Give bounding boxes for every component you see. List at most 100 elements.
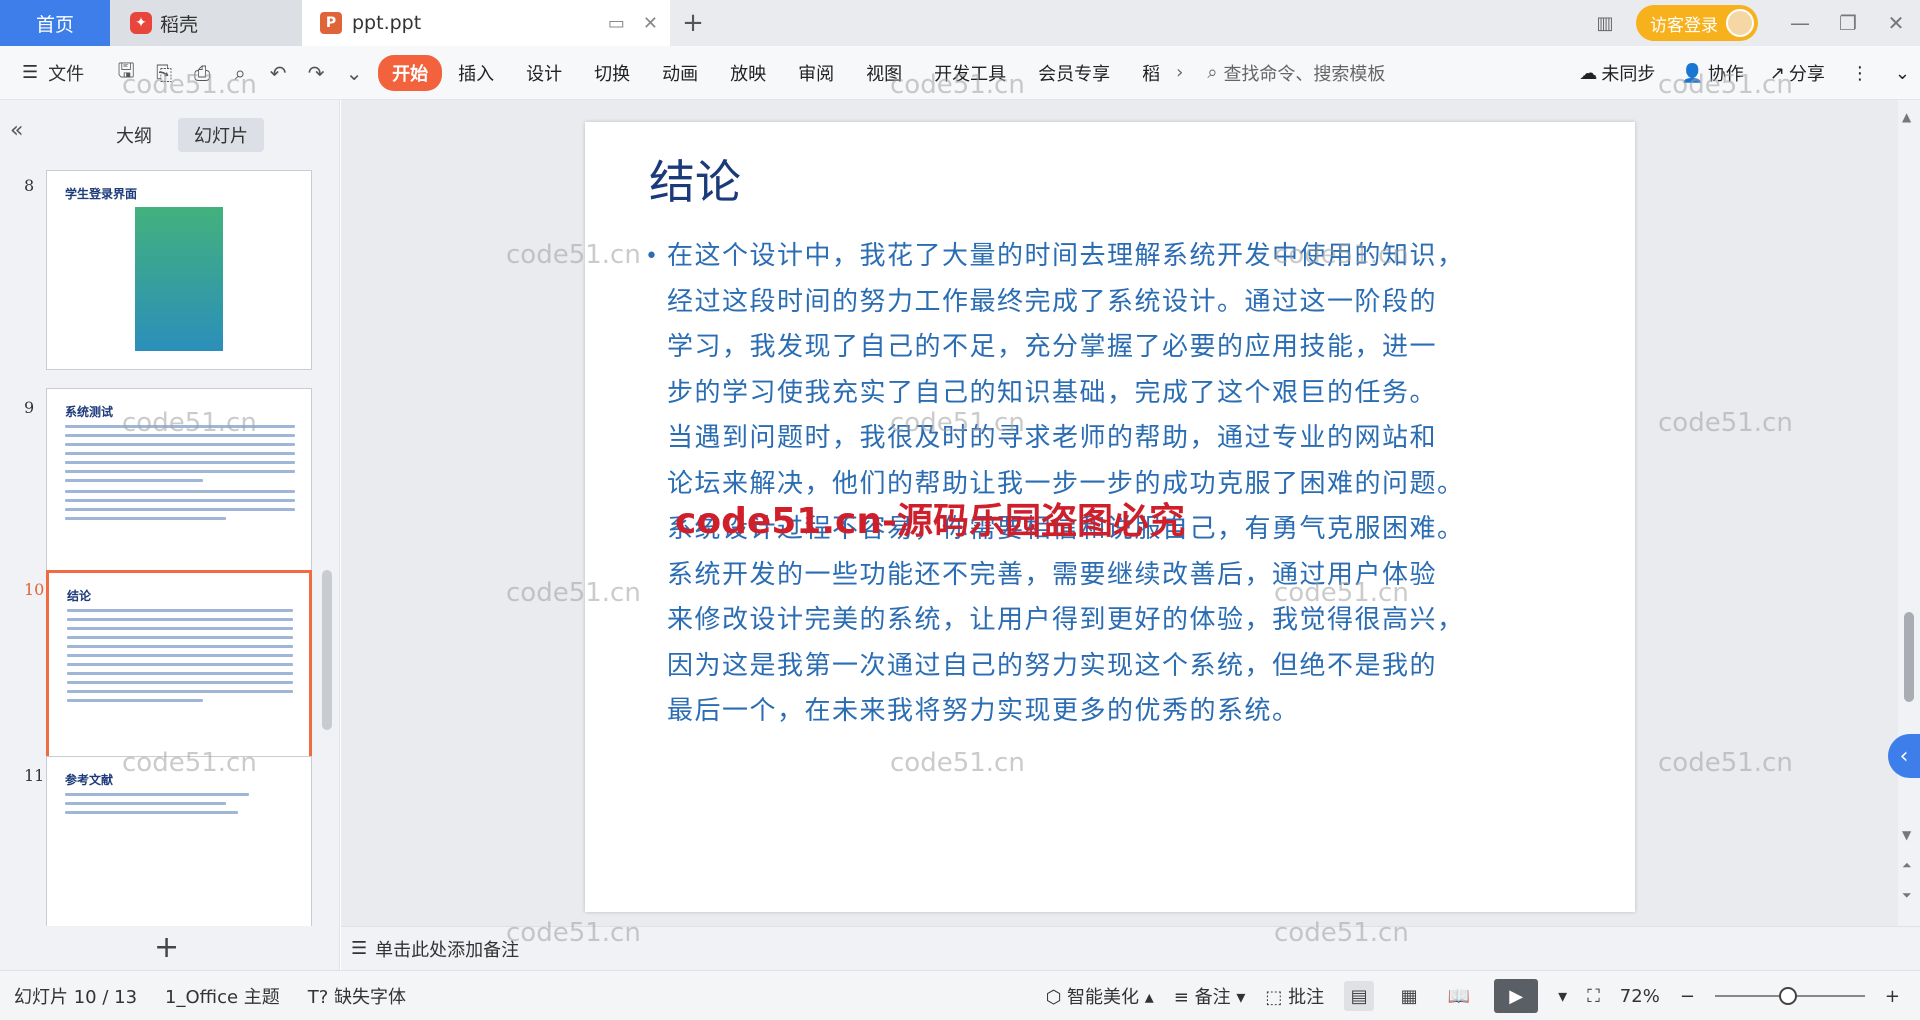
watermark: code51.cn — [1274, 240, 1409, 270]
tab-document-label: ppt.ppt — [352, 12, 422, 34]
slide-number: 11 — [24, 766, 45, 785]
tab-animation[interactable]: 动画 — [646, 60, 714, 86]
fit-window-icon[interactable]: ⛶ — [1587, 986, 1600, 1007]
slide-panel: « 大纲 幻灯片 8 学生登录界面 9 系统测试 10 结论 11 参考文献 + — [0, 100, 340, 970]
close-tab-icon[interactable]: ✕ — [643, 13, 658, 34]
minimize-icon[interactable]: — — [1776, 11, 1824, 35]
beautify-icon: ⬡ — [1045, 987, 1062, 1008]
tab-home-label: 首页 — [35, 13, 74, 36]
body-line: 当遇到问题时，我很及时的寻求老师的帮助，通过专业的网站和 — [667, 423, 1438, 453]
notes-toggle-label: 备注 — [1194, 987, 1231, 1008]
more-options-icon[interactable]: ⋮ — [1841, 63, 1879, 84]
tab-daoke-more[interactable]: 稻 — [1126, 60, 1176, 86]
search-icon: ⌕ — [1207, 62, 1218, 83]
comment-label: 批注 — [1288, 987, 1325, 1008]
notes-toggle-button[interactable]: ≡ 备注 ▾ — [1174, 983, 1246, 1009]
collapse-panel-icon[interactable]: « — [10, 118, 23, 143]
tab-daoke[interactable]: ✦ 稻壳 — [110, 0, 302, 46]
new-tab-button[interactable]: + — [670, 8, 716, 38]
scroll-up-icon[interactable]: ▲ — [1902, 110, 1911, 124]
body-line: 因为这是我第一次通过自己的努力实现这个系统，但绝不是我的 — [667, 650, 1438, 681]
slide-title[interactable]: 结论 — [649, 146, 741, 212]
restore-icon[interactable]: ❐ — [1824, 11, 1872, 35]
bullet-icon: • — [645, 244, 660, 269]
slide-thumbnail[interactable]: 参考文献 — [46, 756, 312, 926]
tab-outline[interactable]: 大纲 — [100, 118, 168, 152]
thumbnail-title: 系统测试 — [65, 405, 114, 419]
file-menu-label: 文件 — [48, 63, 85, 85]
sync-label: 未同步 — [1601, 64, 1656, 85]
watermark: code51.cn — [122, 408, 257, 438]
workspace-icon[interactable]: ▥ — [1588, 13, 1622, 34]
zoom-slider[interactable] — [1714, 987, 1865, 1005]
tab-design[interactable]: 设计 — [510, 60, 578, 86]
theme-name[interactable]: 1_Office 主题 — [165, 983, 280, 1009]
watermark: code51.cn — [506, 918, 641, 948]
collapse-ribbon-icon[interactable]: ⌄ — [1885, 63, 1920, 84]
watermark: code51.cn — [1658, 70, 1793, 100]
file-menu[interactable]: ☰ 文件 — [0, 60, 102, 86]
smart-beautify-button[interactable]: ⬡ 智能美化 ▴ — [1046, 983, 1154, 1009]
scroll-down-icon[interactable]: ▼ — [1902, 828, 1911, 842]
sorter-view-icon[interactable]: ▦ — [1394, 981, 1424, 1011]
body-line: 经过这段时间的努力工作最终完成了系统设计。通过这一阶段的 — [667, 286, 1438, 317]
tab-daoke-label: 稻壳 — [160, 13, 199, 36]
prev-slide-icon[interactable]: ⏶ — [1902, 858, 1912, 873]
customize-dropdown-icon[interactable]: ⌄ — [340, 61, 368, 85]
undo-icon[interactable]: ↶ — [264, 61, 292, 85]
thumbnail-title: 结论 — [67, 589, 92, 603]
zoom-slider-knob[interactable] — [1778, 987, 1797, 1005]
window-mode-icon[interactable]: ▭ — [608, 13, 625, 34]
slide-body-text[interactable]: • 在这个设计中，我花了大量的时间去理解系统开发中使用的知识， 经过这段时间的努… — [645, 234, 1567, 735]
play-options-icon[interactable]: ▾ — [1558, 986, 1567, 1007]
ppt-file-icon: P — [320, 12, 342, 34]
visitor-login-button[interactable]: 访客登录 — [1636, 5, 1758, 41]
tab-insert[interactable]: 插入 — [442, 60, 510, 86]
watermark: code51.cn — [1274, 578, 1409, 608]
tab-start[interactable]: 开始 — [378, 54, 443, 91]
tab-slideshow[interactable]: 放映 — [714, 60, 782, 86]
notes-icon: ☰ — [351, 938, 368, 959]
tab-transition[interactable]: 切换 — [578, 60, 646, 86]
title-bar: 首页 ✦ 稻壳 P ppt.ppt ▭ ✕ + ▥ 访客登录 — ❐ ✕ — [0, 0, 1920, 46]
more-tabs-icon[interactable]: › — [1176, 62, 1183, 83]
tab-slides[interactable]: 幻灯片 — [178, 118, 264, 152]
zoom-out-icon[interactable]: − — [1680, 986, 1695, 1007]
thumbnail-text-lines — [65, 425, 295, 526]
missing-font-button[interactable]: T? 缺失字体 — [308, 983, 406, 1009]
slide-number: 10 — [24, 580, 45, 599]
tab-member[interactable]: 会员专享 — [1022, 60, 1126, 86]
notes-placeholder: 单击此处添加备注 — [375, 939, 520, 961]
thumbnail-text-lines — [67, 609, 293, 708]
close-window-icon[interactable]: ✕ — [1872, 11, 1920, 35]
slide-thumbnail[interactable]: 学生登录界面 — [46, 170, 312, 370]
tab-document[interactable]: P ppt.ppt ▭ ✕ — [302, 0, 670, 46]
login-screen-image — [135, 207, 223, 351]
add-slide-icon[interactable]: + — [154, 930, 179, 965]
normal-view-icon[interactable]: ▤ — [1344, 981, 1375, 1011]
watermark: code51.cn — [1658, 748, 1793, 778]
watermark: code51.cn — [122, 70, 257, 100]
play-slideshow-icon[interactable]: ▶ — [1494, 979, 1539, 1013]
editor-scrollbar[interactable]: ▲ ▼ ⏶ ⏷ — [1898, 100, 1920, 926]
sync-button[interactable]: ☁ 未同步 — [1569, 60, 1665, 86]
slide-thumbnail-selected[interactable]: 结论 — [46, 570, 312, 770]
panel-scrollbar[interactable] — [322, 570, 332, 730]
redo-icon[interactable]: ↷ — [302, 61, 330, 85]
comment-icon: ⬚ — [1265, 987, 1283, 1008]
command-search[interactable]: ⌕ 查找命令、搜索模板 — [1207, 60, 1547, 86]
reading-view-icon[interactable]: 📖 — [1444, 981, 1474, 1011]
body-line: 最后一个，在未来我将努力实现更多的优秀的系统。 — [667, 696, 1300, 726]
next-slide-icon[interactable]: ⏷ — [1902, 888, 1912, 903]
notes-list-icon: ≡ — [1173, 987, 1189, 1008]
font-warning-icon: T? — [307, 986, 329, 1008]
side-panel-toggle-icon[interactable]: ‹ — [1888, 734, 1920, 778]
scrollbar-thumb[interactable] — [1904, 612, 1914, 702]
body-line: 系统开发的一些功能还不完善，需要继续改善后，通过用户体验 — [667, 559, 1438, 590]
comment-button[interactable]: ⬚ 批注 — [1265, 983, 1324, 1009]
watermark: code51.cn — [1658, 408, 1793, 438]
zoom-in-icon[interactable]: + — [1885, 986, 1900, 1007]
tab-review[interactable]: 审阅 — [782, 60, 850, 86]
tab-home[interactable]: 首页 — [0, 0, 110, 46]
zoom-level[interactable]: 72% — [1620, 986, 1660, 1007]
